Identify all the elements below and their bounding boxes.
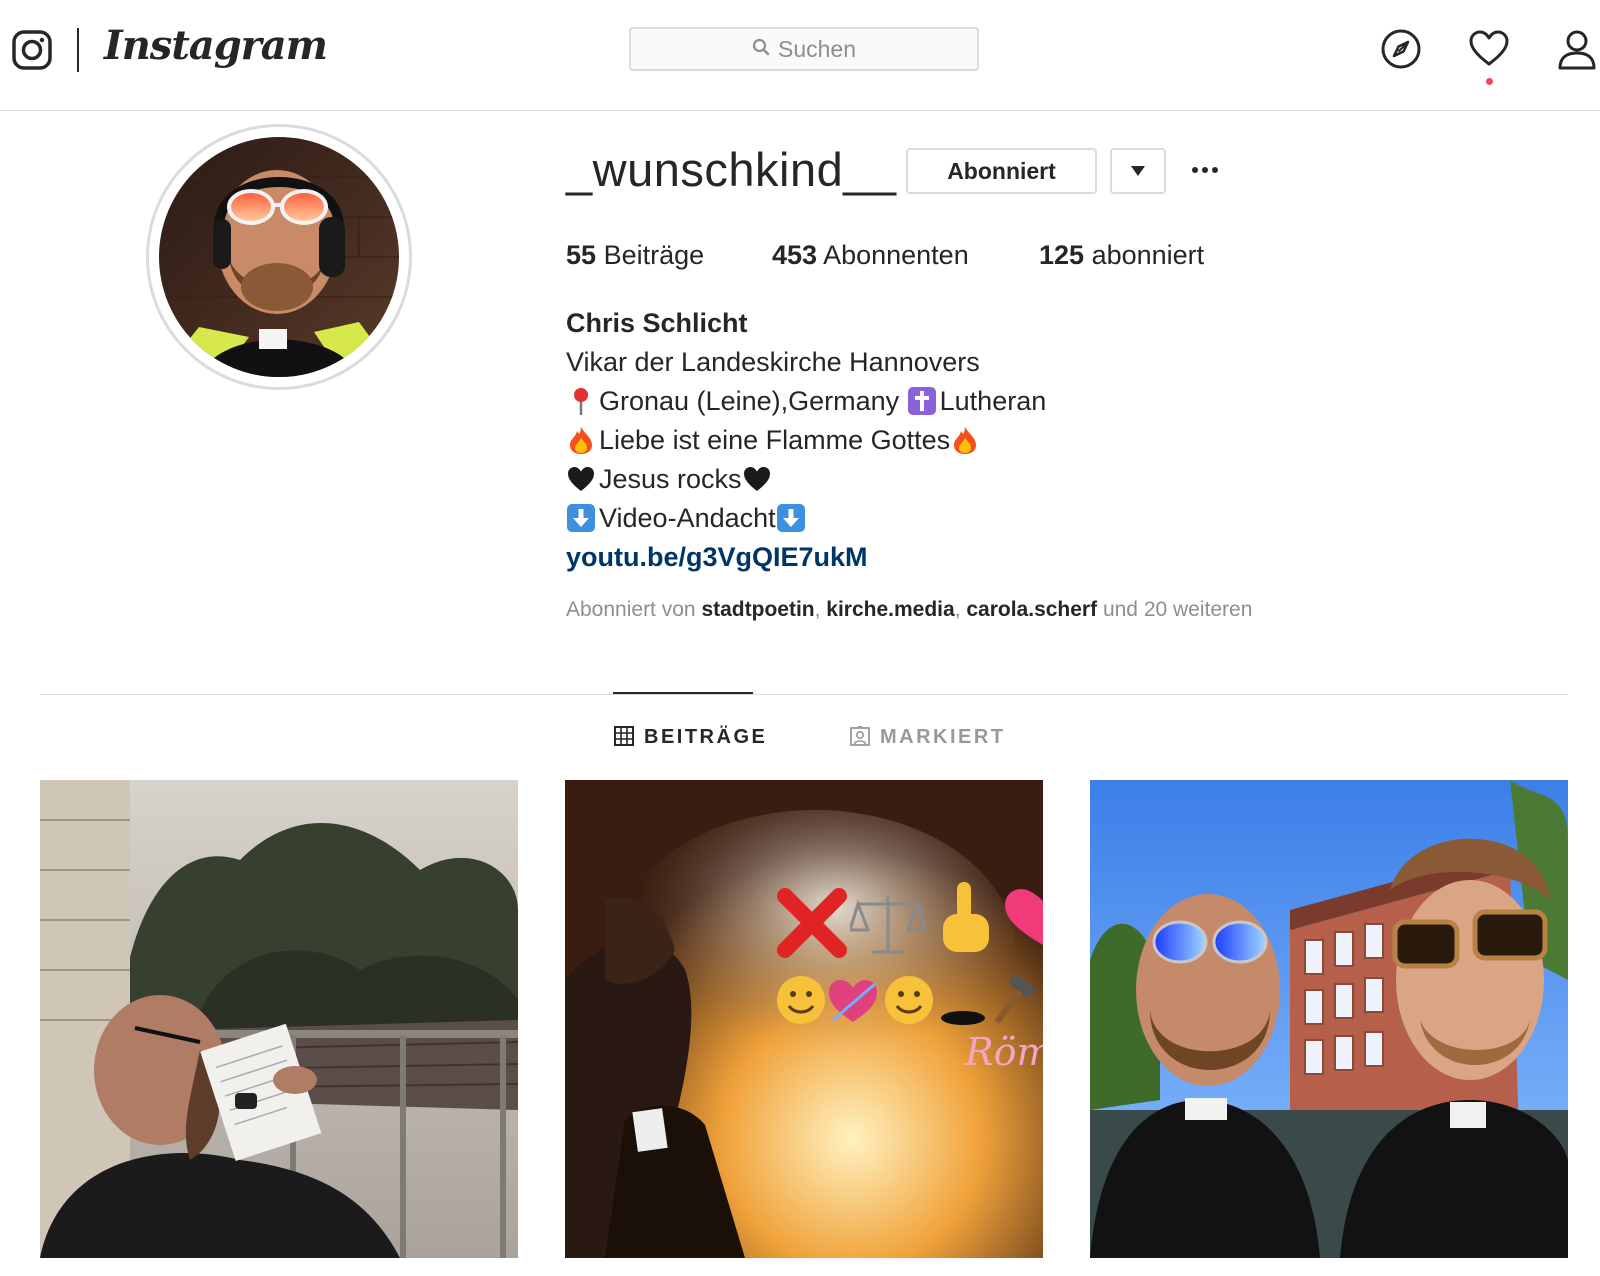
stat-posts[interactable]: 55 Beiträge bbox=[566, 240, 704, 271]
instagram-wordmark[interactable]: Instagram bbox=[104, 22, 328, 69]
user-icon[interactable] bbox=[1556, 28, 1598, 70]
search-placeholder: Suchen bbox=[777, 36, 856, 62]
bio-line-jesus: Jesus rocks bbox=[566, 460, 1046, 499]
profile-username: _wunschkind__ bbox=[566, 143, 897, 196]
down-arrow-icon bbox=[567, 504, 595, 532]
compass-icon[interactable] bbox=[1380, 28, 1422, 70]
search-input[interactable]: Suchen bbox=[629, 27, 979, 71]
ellipsis-icon bbox=[1192, 167, 1198, 173]
bio-link[interactable]: youtu.be/g3VgQIE7ukM bbox=[566, 542, 868, 572]
post-emoji-overlay bbox=[775, 888, 849, 958]
avatar-photo bbox=[159, 137, 399, 377]
bio-line-video: Video-Andacht bbox=[566, 499, 1046, 538]
active-tab-indicator bbox=[613, 692, 753, 694]
search-icon bbox=[752, 38, 770, 56]
emoji-row-icons bbox=[777, 973, 1036, 1025]
stat-following[interactable]: 125 abonniert bbox=[1039, 240, 1204, 271]
pink-heart-icon bbox=[1005, 889, 1043, 945]
more-options-button[interactable] bbox=[1192, 155, 1228, 185]
fire-icon bbox=[570, 427, 592, 454]
two-clergy-selfie-photo bbox=[1090, 780, 1568, 1258]
scales-icon bbox=[850, 896, 926, 954]
heart-icon[interactable] bbox=[1468, 28, 1510, 70]
follower-account-link[interactable]: stadtpoetin bbox=[701, 598, 814, 621]
tabs-divider bbox=[40, 694, 1568, 695]
pin-icon bbox=[574, 388, 588, 415]
following-button[interactable]: Abonniert bbox=[906, 148, 1097, 194]
profile-full-name: Chris Schlicht bbox=[566, 308, 748, 338]
tab-tagged[interactable]: MARKIERT bbox=[850, 725, 1006, 749]
follower-account-link[interactable]: carola.scherf bbox=[966, 598, 1097, 621]
profile-avatar[interactable] bbox=[146, 124, 412, 390]
fire-icon bbox=[954, 427, 977, 454]
post-thumbnail[interactable]: Römer 1 bbox=[565, 780, 1043, 1258]
post-caption-text: Römer 1 bbox=[964, 1030, 1043, 1074]
bio-line-flame: Liebe ist eine Flamme Gottes bbox=[566, 421, 1046, 460]
tab-posts[interactable]: BEITRÄGE bbox=[614, 726, 767, 749]
bio-line-location: Gronau (Leine),Germany Lutheran bbox=[566, 382, 1046, 421]
tagged-person-icon bbox=[850, 725, 870, 746]
balcony-reading-photo bbox=[40, 780, 518, 1258]
pointing-up-icon bbox=[943, 882, 989, 952]
caret-down-icon bbox=[1131, 166, 1145, 176]
grid-icon bbox=[614, 726, 634, 746]
stat-followers[interactable]: 453 Abonnenten bbox=[772, 240, 969, 271]
suggestions-dropdown-button[interactable] bbox=[1110, 148, 1166, 194]
follower-account-link[interactable]: kirche.media bbox=[826, 598, 954, 621]
black-heart-icon bbox=[568, 467, 594, 491]
cross-mark-icon bbox=[777, 888, 847, 958]
notification-dot bbox=[1486, 78, 1493, 85]
post-thumbnail[interactable] bbox=[1090, 780, 1568, 1258]
down-arrow-icon bbox=[776, 504, 805, 532]
top-navigation-bar: Instagram Suchen bbox=[0, 0, 1600, 111]
instagram-glyph-icon[interactable] bbox=[12, 30, 52, 70]
black-heart-icon bbox=[743, 467, 770, 491]
followed-by-text: Abonniert von stadtpoetin, kirche.media,… bbox=[566, 598, 1253, 621]
logo-divider bbox=[77, 28, 79, 72]
cross-icon bbox=[907, 387, 936, 415]
bio-line-title: Vikar der Landeskirche Hannovers bbox=[566, 347, 980, 377]
post-thumbnail[interactable] bbox=[40, 780, 518, 1258]
profile-bio: Chris Schlicht Vikar der Landeskirche Ha… bbox=[566, 304, 1046, 577]
